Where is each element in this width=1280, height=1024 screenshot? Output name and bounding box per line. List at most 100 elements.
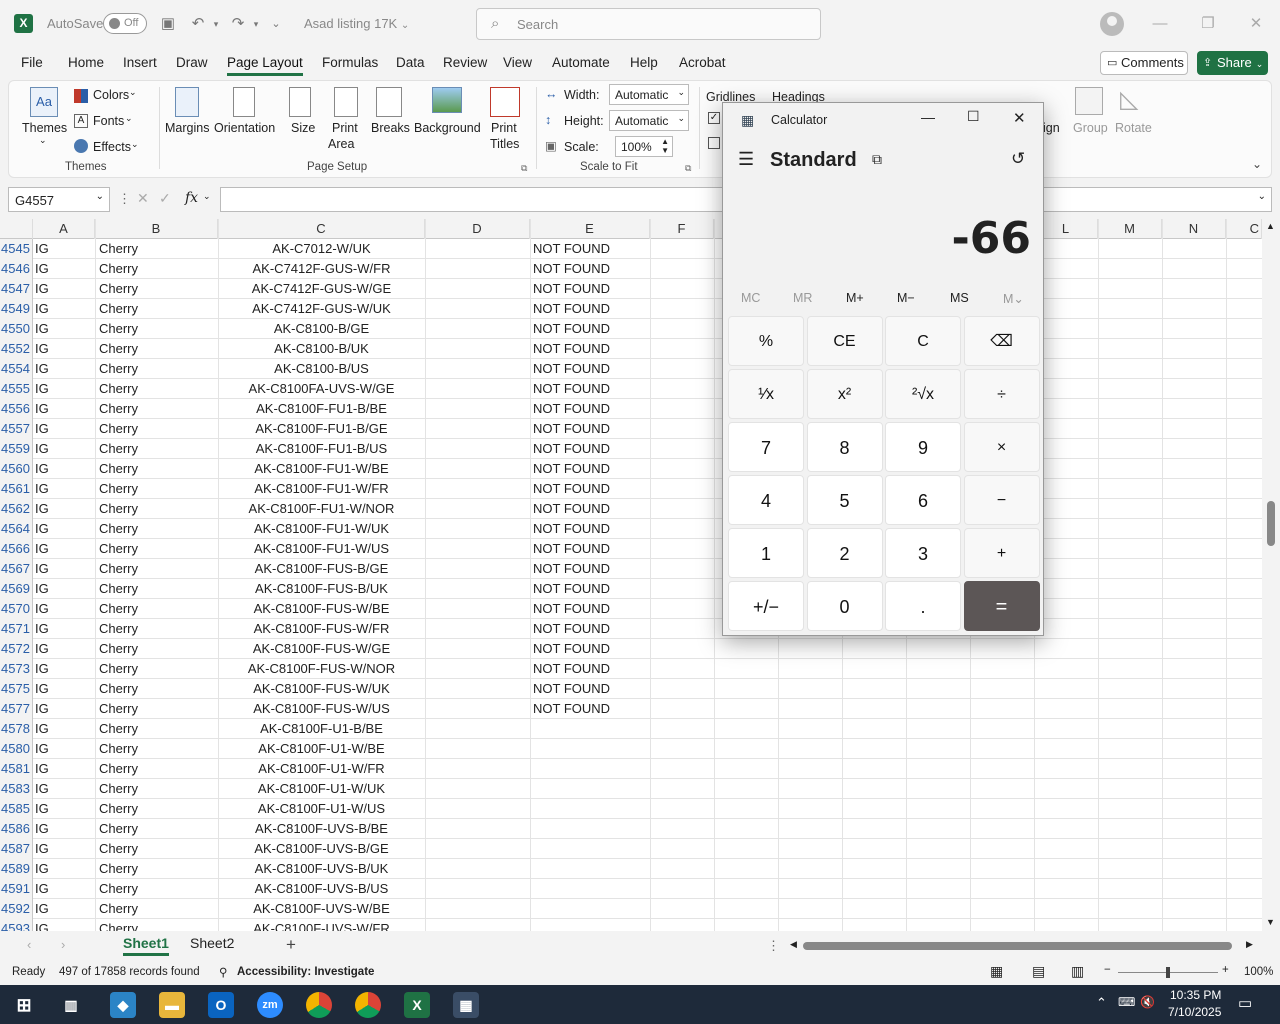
cell-b[interactable]: Cherry: [99, 299, 217, 319]
clock-time[interactable]: 10:35 PM: [1170, 988, 1221, 1002]
close-icon[interactable]: ✕: [1013, 109, 1026, 127]
colors-button[interactable]: Colors: [93, 88, 129, 102]
scroll-down-icon[interactable]: ▼: [1266, 917, 1275, 927]
menu-data[interactable]: Data: [396, 55, 425, 70]
decimal-button[interactable]: .: [885, 581, 961, 631]
menu-draw[interactable]: Draw: [176, 55, 208, 70]
row-number[interactable]: 4583: [0, 779, 33, 799]
cell-c[interactable]: AK-C8100F-U1-W/BE: [218, 739, 425, 759]
cell-c[interactable]: AK-C8100F-FU1-W/FR: [218, 479, 425, 499]
row-number[interactable]: 4567: [0, 559, 33, 579]
minimize-icon[interactable]: —: [921, 109, 935, 125]
column-header-b[interactable]: B: [95, 219, 218, 239]
breaks-button[interactable]: Breaks: [371, 121, 410, 135]
cell-b[interactable]: Cherry: [99, 379, 217, 399]
chevron-up-icon[interactable]: ⌃: [1096, 995, 1107, 1011]
cell-c[interactable]: AK-C8100F-FUS-B/UK: [218, 579, 425, 599]
digit-5-button[interactable]: 5: [806, 475, 883, 525]
cell-e[interactable]: NOT FOUND: [533, 359, 649, 379]
cell-c[interactable]: AK-C7412F-GUS-W/GE: [218, 279, 425, 299]
cell-a[interactable]: IG: [35, 299, 93, 319]
cell-e[interactable]: NOT FOUND: [533, 239, 649, 259]
gridlines-print-checkbox[interactable]: [708, 137, 720, 149]
cell-a[interactable]: IG: [35, 259, 93, 279]
cell-a[interactable]: IG: [35, 619, 93, 639]
cell-c[interactable]: AK-C8100FA-UVS-W/GE: [218, 379, 425, 399]
chrome-profile-icon[interactable]: [355, 992, 381, 1018]
row-number[interactable]: 4566: [0, 539, 33, 559]
add-sheet-icon[interactable]: +: [286, 935, 296, 955]
cell-a[interactable]: IG: [35, 839, 93, 859]
column-header-a[interactable]: A: [33, 219, 95, 239]
expand-formula-icon[interactable]: ⌄: [1258, 191, 1266, 202]
cell-c[interactable]: AK-C8100F-FU1-B/GE: [218, 419, 425, 439]
cell-c[interactable]: AK-C8100-B/UK: [218, 339, 425, 359]
cell-e[interactable]: NOT FOUND: [533, 639, 649, 659]
cell-c[interactable]: AK-C8100F-UVS-B/GE: [218, 839, 425, 859]
cell-a[interactable]: IG: [35, 659, 93, 679]
cell-c[interactable]: AK-C8100F-U1-B/BE: [218, 719, 425, 739]
cell-e[interactable]: [533, 839, 649, 859]
row-number[interactable]: 4571: [0, 619, 33, 639]
percent-button[interactable]: %: [728, 316, 804, 366]
row-number[interactable]: 4570: [0, 599, 33, 619]
navigation-menu-icon[interactable]: ☰: [738, 149, 754, 170]
vertical-scroll-thumb[interactable]: [1267, 501, 1275, 546]
cell-b[interactable]: Cherry: [99, 399, 217, 419]
volume-icon[interactable]: 🔇: [1140, 995, 1155, 1009]
print-titles-button-line2[interactable]: Titles: [490, 137, 519, 151]
cell-b[interactable]: Cherry: [99, 339, 217, 359]
column-header-f[interactable]: F: [650, 219, 714, 239]
row-number[interactable]: 4589: [0, 859, 33, 879]
backspace-button[interactable]: ⌫: [963, 316, 1040, 366]
row-number[interactable]: 4593: [0, 919, 33, 931]
cell-e[interactable]: NOT FOUND: [533, 579, 649, 599]
cell-b[interactable]: Cherry: [99, 899, 217, 919]
row-number[interactable]: 4569: [0, 579, 33, 599]
column-header-n[interactable]: N: [1162, 219, 1226, 239]
memory-recall-button[interactable]: MR: [793, 291, 812, 305]
cell-a[interactable]: IG: [35, 279, 93, 299]
cell-b[interactable]: Cherry: [99, 239, 217, 259]
height-select[interactable]: Automatic ⌄: [609, 110, 689, 131]
gridlines-view-checkbox[interactable]: ✓: [708, 112, 720, 124]
margins-icon[interactable]: [175, 87, 199, 117]
sheet-tab-sheet1[interactable]: Sheet1: [123, 935, 169, 956]
calculator-taskbar-icon[interactable]: ▦: [453, 992, 479, 1018]
cell-a[interactable]: IG: [35, 859, 93, 879]
share-button[interactable]: ⇪ Share ⌄: [1197, 51, 1268, 75]
cell-e[interactable]: NOT FOUND: [533, 259, 649, 279]
scroll-right-icon[interactable]: ▶: [1246, 939, 1253, 950]
cell-a[interactable]: IG: [35, 679, 93, 699]
cell-a[interactable]: IG: [35, 419, 93, 439]
cell-a[interactable]: IG: [35, 559, 93, 579]
cell-c[interactable]: AK-C8100F-FU1-B/US: [218, 439, 425, 459]
size-button[interactable]: Size: [291, 121, 315, 135]
cell-b[interactable]: Cherry: [99, 879, 217, 899]
column-header-c[interactable]: C: [218, 219, 425, 239]
zoom-level[interactable]: 100%: [1244, 966, 1273, 978]
cell-e[interactable]: NOT FOUND: [533, 279, 649, 299]
cell-e[interactable]: NOT FOUND: [533, 679, 649, 699]
cell-a[interactable]: IG: [35, 539, 93, 559]
cell-a[interactable]: IG: [35, 439, 93, 459]
row-number[interactable]: 4580: [0, 739, 33, 759]
scale-stepper[interactable]: 100% ▲ ▼: [615, 136, 673, 157]
cell-c[interactable]: AK-C8100F-FUS-B/GE: [218, 559, 425, 579]
cell-b[interactable]: Cherry: [99, 579, 217, 599]
row-number[interactable]: 4586: [0, 819, 33, 839]
cell-c[interactable]: AK-C8100F-FUS-W/FR: [218, 619, 425, 639]
cell-c[interactable]: AK-C8100F-FUS-W/UK: [218, 679, 425, 699]
cell-a[interactable]: IG: [35, 719, 93, 739]
chrome-icon[interactable]: [306, 992, 332, 1018]
comments-button[interactable]: ▭ Comments: [1100, 51, 1188, 75]
row-number[interactable]: 4572: [0, 639, 33, 659]
row-number[interactable]: 4556: [0, 399, 33, 419]
column-header-o[interactable]: C: [1226, 219, 1262, 239]
undo-dropdown-icon[interactable]: ▾: [206, 14, 226, 34]
cell-a[interactable]: IG: [35, 499, 93, 519]
cell-c[interactable]: AK-C7012-W/UK: [218, 239, 425, 259]
cell-c[interactable]: AK-C8100F-UVS-B/UK: [218, 859, 425, 879]
cell-e[interactable]: NOT FOUND: [533, 539, 649, 559]
cell-b[interactable]: Cherry: [99, 679, 217, 699]
